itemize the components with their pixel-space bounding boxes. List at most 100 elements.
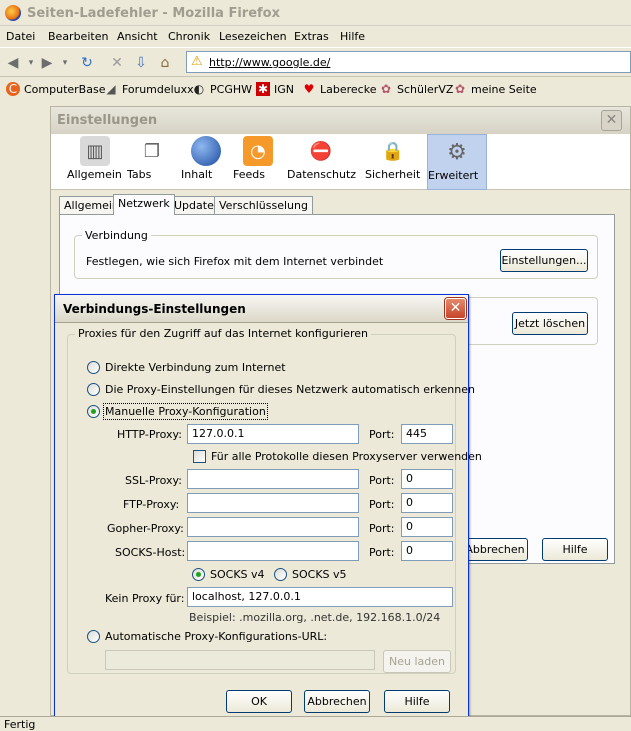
label-socks-host: SOCKS-Host: [115, 546, 186, 559]
category-tabs[interactable]: ❐ Tabs [127, 134, 177, 190]
pcghw-icon: ◐ [193, 82, 205, 96]
bookmark-laberecke[interactable]: ♥ Laberecke [302, 82, 377, 96]
menu-lesezeichen[interactable]: Lesezeichen [219, 30, 287, 43]
gear-icon: ⚙ [447, 139, 467, 165]
bookmark-schuelervz[interactable]: ✿ SchülerVZ [379, 82, 453, 96]
menu-datei[interactable]: Datei [6, 30, 35, 43]
label-socks-v4: SOCKS v4 [210, 568, 265, 581]
label-ftp-proxy: FTP-Proxy: [123, 498, 180, 511]
label-http-proxy: HTTP-Proxy: [117, 428, 182, 441]
ign-icon: ✱ [256, 82, 270, 96]
home-icon[interactable]: ⌂ [156, 54, 174, 72]
lock-icon: 🔒 [381, 140, 405, 162]
back-arrow-icon[interactable]: ◀ [4, 54, 22, 72]
stop-icon[interactable]: ✕ [108, 54, 126, 72]
label-ssl-proxy: SSL-Proxy: [125, 474, 182, 487]
no-proxy-example: Beispiel: .mozilla.org, .net.de, 192.168… [189, 611, 441, 624]
gopher-port-input[interactable]: 0 [401, 517, 453, 537]
menu-ansicht[interactable]: Ansicht [117, 30, 158, 43]
gear-icon: ✿ [454, 82, 466, 96]
rss-icon: ◔ [243, 136, 273, 166]
category-datenschutz[interactable]: ⛔ Datenschutz [287, 134, 356, 190]
cancel-button[interactable]: Abbrechen [304, 690, 370, 713]
tabs-icon: ❐ [143, 140, 161, 162]
ftp-proxy-input[interactable] [187, 493, 359, 513]
connection-close-icon[interactable]: ✕ [445, 298, 466, 319]
preferences-close-icon[interactable]: ✕ [601, 110, 622, 131]
radio-socks-v5[interactable] [274, 568, 287, 581]
proxy-legend: Proxies für den Zugriff auf das Internet… [75, 327, 372, 340]
connection-dialog-titlebar: Verbindungs-Einstellungen ✕ [55, 295, 468, 323]
url-text: http://www.google.de/ [209, 56, 331, 69]
socks-host-input[interactable] [187, 541, 359, 561]
category-sicherheit[interactable]: 🔒 Sicherheit [365, 134, 421, 190]
preferences-cancel-button[interactable]: Abbrechen [462, 538, 528, 561]
radio-auto-url[interactable] [87, 630, 100, 643]
gopher-proxy-input[interactable] [187, 517, 359, 537]
tab-netzwerk[interactable]: Netzwerk [113, 194, 175, 215]
radio-auto-detect[interactable] [87, 383, 100, 396]
fdx-icon: ◢ [106, 82, 116, 96]
gear-icon: ✿ [380, 82, 392, 96]
tab-update[interactable]: Update [169, 196, 219, 214]
label-http-port: Port: [369, 428, 395, 441]
label-gopher-proxy: Gopher-Proxy: [107, 522, 184, 535]
globe-icon [191, 136, 221, 166]
connection-settings-button[interactable]: Einstellungen... [500, 249, 588, 272]
label-ssl-port: Port: [369, 474, 395, 487]
ftp-port-input[interactable]: 0 [401, 493, 453, 513]
label-all-protocols: Für alle Protokolle diesen Proxyserver v… [211, 450, 482, 463]
help-button[interactable]: Hilfe [384, 690, 450, 713]
cb-icon: C [6, 82, 20, 96]
bookmark-forumdeluxx[interactable]: ◢ Forumdeluxx [104, 82, 193, 96]
label-socks-v5: SOCKS v5 [292, 568, 347, 581]
preferences-help-button[interactable]: Hilfe [542, 538, 608, 561]
window-title: Seiten-Ladefehler - Mozilla Firefox [27, 6, 280, 21]
radio-socks-v4[interactable] [192, 568, 205, 581]
label-ftp-port: Port: [369, 498, 395, 511]
bookmark-ign[interactable]: ✱ IGN [256, 82, 294, 96]
reload-icon[interactable]: ↻ [78, 54, 96, 72]
connection-settings-dialog: Verbindungs-Einstellungen ✕ Proxies für … [54, 294, 482, 721]
connection-dialog-title: Verbindungs-Einstellungen [63, 302, 246, 316]
bookmark-meine-seite[interactable]: ✿ meine Seite [453, 82, 537, 96]
no-proxy-input[interactable]: localhost, 127.0.0.1 [187, 587, 453, 607]
reload-button[interactable]: Neu laden [383, 650, 451, 673]
menu-chronik[interactable]: Chronik [168, 30, 210, 43]
status-bar: Fertig [0, 716, 631, 731]
socks-port-input[interactable]: 0 [401, 541, 453, 561]
menu-bearbeiten[interactable]: Bearbeiten [48, 30, 108, 43]
bookmark-pcghw[interactable]: ◐ PCGHW [192, 82, 252, 96]
label-manual: Manuelle Proxy-Konfiguration [103, 403, 268, 420]
label-socks-port: Port: [369, 546, 395, 559]
forward-arrow-icon[interactable]: ▶ [38, 54, 56, 72]
url-bar[interactable]: ⚠ http://www.google.de/ [186, 51, 631, 73]
ssl-port-input[interactable]: 0 [401, 469, 453, 489]
menubar: Datei Bearbeiten Ansicht Chronik Lesezei… [0, 27, 631, 47]
http-port-input[interactable]: 445 [401, 424, 453, 444]
verbindung-text: Festlegen, wie sich Firefox mit dem Inte… [86, 255, 384, 268]
menu-hilfe[interactable]: Hilfe [340, 30, 365, 43]
category-feeds[interactable]: ◔ Feeds [233, 134, 283, 190]
auto-url-input[interactable] [105, 650, 375, 670]
forward-dropdown-icon[interactable]: ▾ [56, 54, 74, 72]
preferences-titlebar: Einstellungen ✕ [51, 107, 630, 134]
download-icon[interactable]: ⇩ [132, 54, 150, 72]
category-allgemein[interactable]: ▥ Allgemein [67, 134, 123, 190]
label-auto-detect: Die Proxy-Einstellungen für dieses Netzw… [105, 383, 475, 396]
menu-extras[interactable]: Extras [294, 30, 329, 43]
category-inhalt[interactable]: Inhalt [181, 134, 231, 190]
bookmarks-toolbar: C ComputerBase ◢ Forumdeluxx ◐ PCGHW ✱ IGN ♥… [0, 79, 631, 101]
http-proxy-input[interactable]: 127.0.0.1 [187, 424, 359, 444]
clear-cache-button[interactable]: Jetzt löschen [512, 312, 588, 335]
ssl-proxy-input[interactable] [187, 469, 359, 489]
window-titlebar: Seiten-Ladefehler - Mozilla Firefox [0, 0, 631, 26]
tab-verschluesselung[interactable]: Verschlüsselung [214, 196, 313, 214]
bookmark-computerbase[interactable]: C ComputerBase [6, 82, 105, 96]
all-protocols-checkbox[interactable] [193, 450, 206, 463]
ok-button[interactable]: OK [226, 690, 292, 713]
radio-direct[interactable] [87, 361, 100, 374]
radio-manual[interactable] [87, 405, 100, 418]
label-no-proxy: Kein Proxy für: [105, 592, 185, 605]
category-erweitert[interactable]: ⚙ Erweitert [427, 134, 487, 190]
